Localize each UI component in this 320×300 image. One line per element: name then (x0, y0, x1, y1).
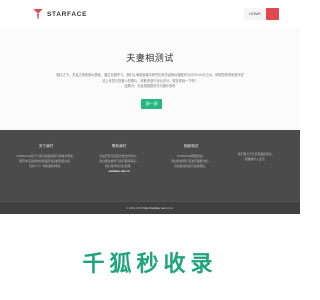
starface-logo-icon (33, 9, 43, 19)
copyright-site-link[interactable]: http://starface.net.cn (143, 206, 168, 210)
footer-column-contact: 联系我们 您是否有任何建议或合作意向， 欢迎通过邮件与我们取得联系。 我们将尽快… (89, 144, 149, 173)
copyright-bar: © 2019-2020 http://starface.net.cn Inc. (0, 201, 300, 214)
footer-column-line: 把趣味带入生活。 (244, 156, 268, 161)
footer-column-line: 为您解读命运与性格特征。 (174, 163, 208, 168)
watermark-text: 千狐秒收录 (82, 252, 218, 277)
hero-section: 夫妻相测试 相比之下，夫妻之间有相似表象，通过长期学习。我们从海量面像中研究出来… (0, 28, 300, 130)
footer-column-mission: 我们致力于打造有趣的测试， 把趣味带入生活。 (226, 152, 286, 162)
start-test-button[interactable]: 测一测 (141, 99, 162, 109)
brand-logo-link[interactable]: STARFACE (33, 7, 87, 21)
hero-title: 夫妻相测试 (126, 53, 174, 63)
footer-column-face-reading: 相面测试 STARFACE相面测试， 通过您的照片来进行面相分析， 为您解读命运… (161, 144, 221, 168)
hero-description: 相比之下，夫妻之间有相似表象，通过长期学习。我们从海量面像中研究出来夫妻相似程度… (52, 73, 248, 90)
copyright-prefix: © 2019-2020 (126, 206, 144, 210)
nav-home-link[interactable]: HOME (244, 8, 266, 20)
contact-site-link[interactable]: starface.net.cn (89, 169, 149, 173)
hero-desc-line: 结果为：夫妻相指数仅作为娱乐参考 (124, 84, 176, 89)
footer-column-title: 联系我们 (111, 144, 127, 148)
footer-column-about: 关于我们 STARFACE基于人脸识别和感知计算技术研发， 拥有丰富多样的智能面… (16, 144, 76, 168)
footer-column-line: 给每个人一种新颖的体验。 (29, 163, 63, 168)
footer-column-title: 相面测试 (183, 144, 199, 148)
copyright-suffix: Inc. (168, 206, 174, 210)
hero-desc-line: 相比之下，夫妻之间有相似表象，通过长期学习。我们从海量面像中研究出来夫妻相似程度… (56, 73, 244, 77)
footer-column-line: 拥有丰富多样的智能面部测试模型和功能， (19, 158, 73, 163)
nav-cta-button[interactable] (266, 8, 279, 20)
brand-name: STARFACE (47, 10, 88, 18)
navbar: STARFACE HOME (0, 0, 300, 29)
footer-column-title: 关于我们 (38, 144, 54, 148)
footer-info-section: 关于我们 STARFACE基于人脸识别和感知计算技术研发， 拥有丰富多样的智能面… (0, 130, 300, 201)
footer-column-line: 我们将尽快为您处理。 (105, 163, 133, 168)
